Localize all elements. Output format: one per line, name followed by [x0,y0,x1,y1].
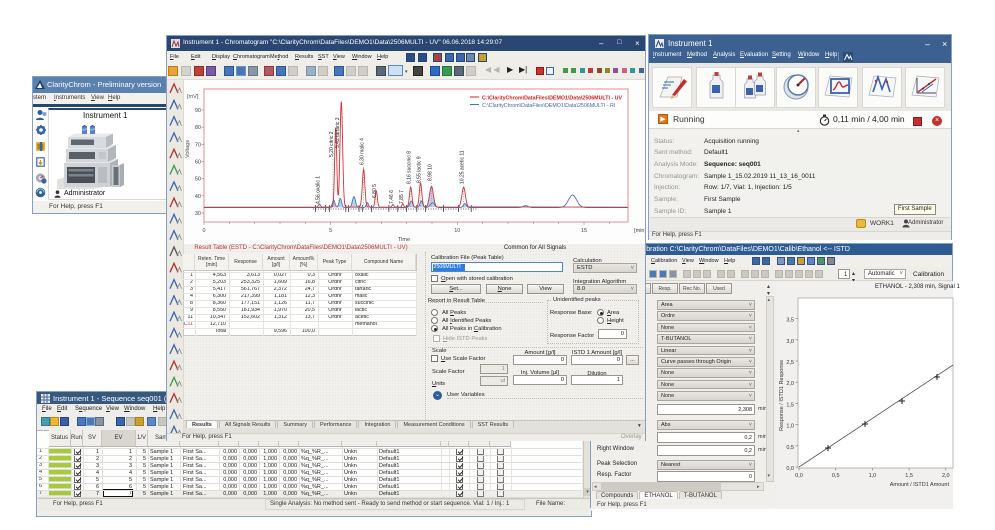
svg-text:80: 80 [195,125,201,131]
svg-text:10: 10 [454,228,460,234]
svg-text:3,0: 3,0 [786,339,794,345]
svg-text:2,5: 2,5 [786,360,794,366]
svg-text:2,0: 2,0 [942,473,950,479]
svg-text:50: 50 [195,177,201,183]
svg-text:90: 90 [195,108,201,114]
svg-text:C:\ClarityChrom\DataFiles\DEMO: C:\ClarityChrom\DataFiles\DEMO1\Data\250… [482,103,615,109]
svg-text:0,0: 0,0 [795,473,803,479]
svg-text:1,5: 1,5 [786,402,794,408]
svg-text:5: 5 [329,228,332,234]
svg-text:0,5: 0,5 [832,473,840,479]
svg-text:3,5: 3,5 [786,318,794,324]
svg-text:10,25 acetic 11: 10,25 acetic 11 [460,150,466,184]
svg-text:6,80 5: 6,80 5 [372,184,378,198]
svg-text:Voltage: Voltage [185,140,191,158]
svg-text:[min]: [min] [634,228,645,234]
svg-text:0,5: 0,5 [786,445,794,451]
svg-text:[mV]: [mV] [187,94,199,100]
svg-text:7,46 6: 7,46 6 [389,190,395,204]
svg-text:Amount / ISTD1 Amount: Amount / ISTD1 Amount [890,482,950,488]
svg-text:6,30 malic 4: 6,30 malic 4 [360,138,366,165]
svg-text:C:\ClarityChrom\DataFiles\DEMO: C:\ClarityChrom\DataFiles\DEMO1\Data\250… [482,96,622,102]
svg-text:1,5: 1,5 [905,473,913,479]
svg-text:7,85 7: 7,85 7 [399,190,405,204]
svg-text:15: 15 [581,228,587,234]
svg-text:2,0: 2,0 [786,381,794,387]
svg-text:1,0: 1,0 [786,424,794,430]
svg-text:8,16 succinic 8: 8,16 succinic 8 [407,151,413,184]
svg-text:8,55 lactic 9: 8,55 lactic 9 [417,156,423,183]
svg-text:0,0: 0,0 [786,466,794,472]
svg-text:30: 30 [195,211,201,217]
svg-text:5,42 tartaric 3: 5,42 tartaric 3 [335,117,341,148]
svg-text:Response / ISTD1 Response: Response / ISTD1 Response [779,360,785,431]
svg-text:8,98 10: 8,98 10 [428,164,434,181]
svg-text:1,0: 1,0 [869,473,877,479]
svg-text:0: 0 [202,228,205,234]
svg-text:4,56 oxalic 1: 4,56 oxalic 1 [316,176,322,204]
svg-text:70: 70 [195,142,201,148]
svg-text:Time: Time [398,237,410,243]
svg-text:60: 60 [195,160,201,166]
svg-text:40: 40 [195,194,201,200]
